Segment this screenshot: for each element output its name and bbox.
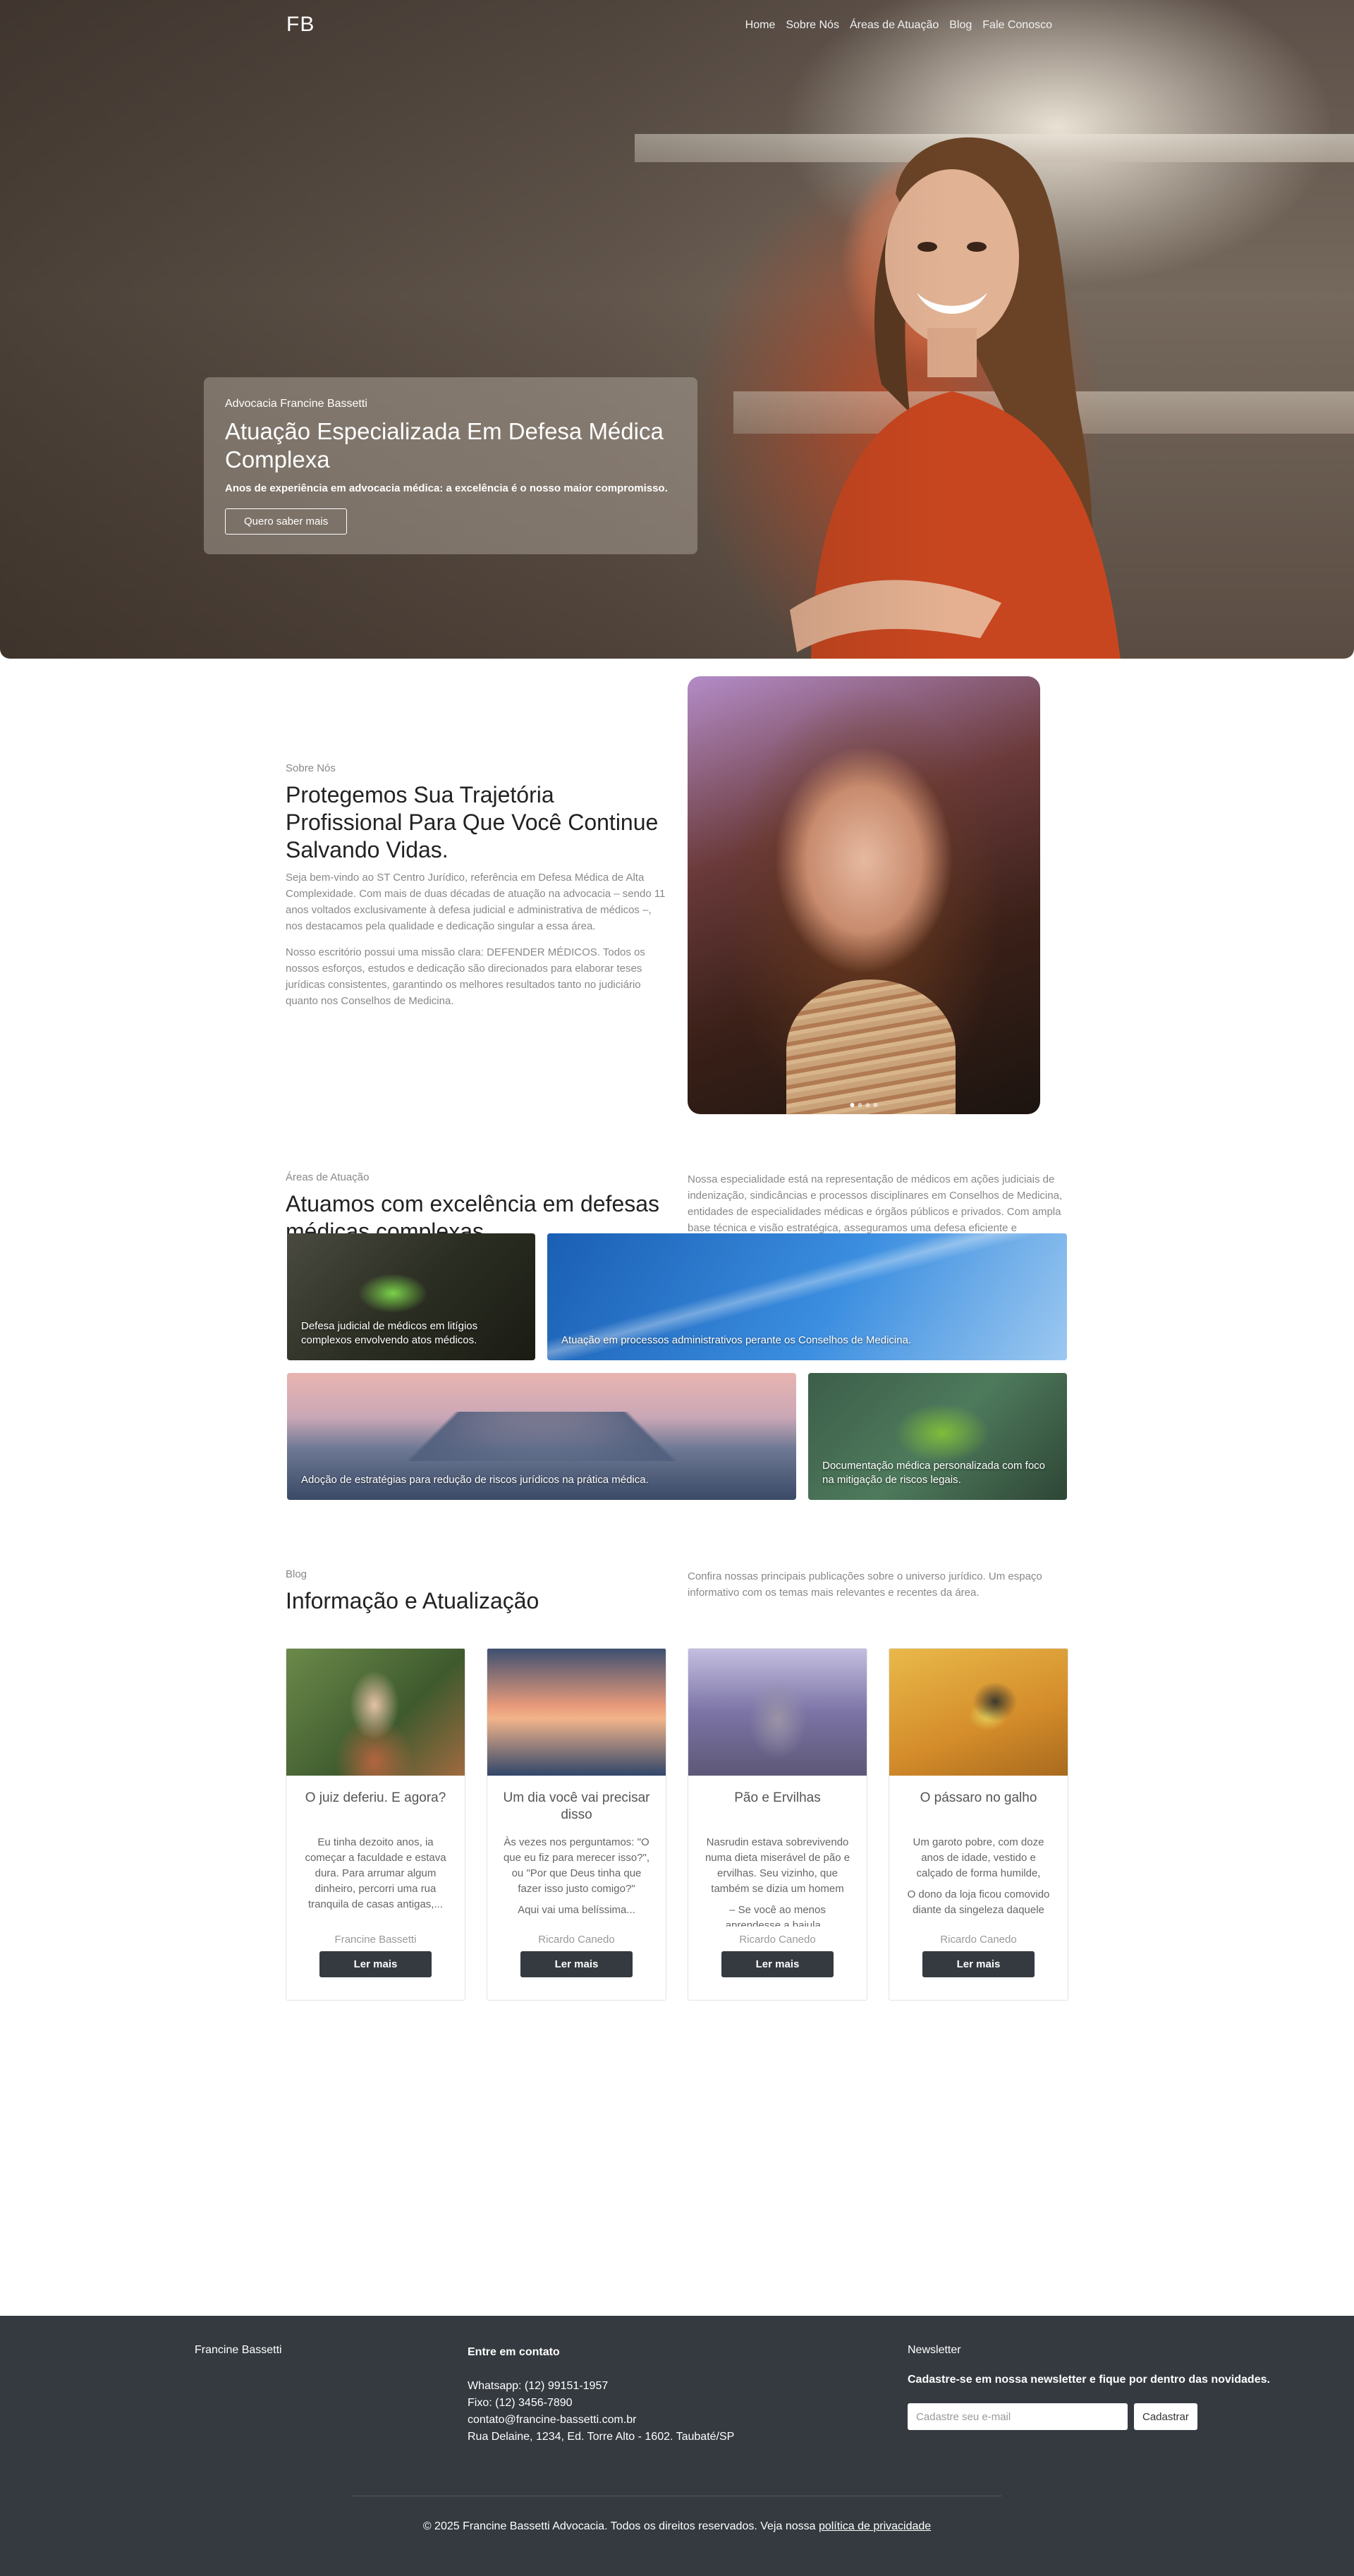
blog-description-block: Confira nossas principais publicações so… bbox=[688, 1568, 1075, 1611]
about-text: Sobre Nós Protegemos Sua Trajetória Prof… bbox=[286, 762, 666, 1019]
newsletter-description: Cadastre-se em nossa newsletter e fique … bbox=[908, 2374, 1270, 2386]
about-kicker: Sobre Nós bbox=[286, 762, 336, 774]
area-tile-processos-administrativos[interactable]: Atuação em processos administrativos per… bbox=[547, 1233, 1067, 1360]
read-more-button[interactable]: Ler mais bbox=[922, 1951, 1035, 1977]
hero-cta-button[interactable]: Quero saber mais bbox=[225, 508, 348, 535]
blog-card: Pão e Ervilhas Nasrudin estava sobrevive… bbox=[688, 1648, 867, 2001]
blog-card-excerpt: Eu tinha dezoito anos, ia começar a facu… bbox=[302, 1835, 449, 1927]
blog-card-author: Francine Bassetti bbox=[334, 1934, 417, 1946]
carousel-dot-2[interactable] bbox=[858, 1103, 862, 1107]
hero-section: FB Home Sobre Nós Áreas de Atuação Blog … bbox=[0, 0, 1354, 659]
about-carousel-image[interactable] bbox=[688, 676, 1040, 1114]
blog-section: Blog Informação e Atualização Confira no… bbox=[0, 1568, 1354, 2316]
newsletter-title: Newsletter bbox=[908, 2344, 961, 2356]
footer-newsletter: Newsletter Cadastre-se em nossa newslett… bbox=[908, 2344, 1274, 2430]
footer-brand: Francine Bassetti bbox=[195, 2344, 282, 2356]
newsletter-form: Cadastrar bbox=[908, 2403, 1274, 2430]
about-section: Sobre Nós Protegemos Sua Trajetória Prof… bbox=[0, 659, 1354, 1138]
blog-heading: Blog Informação e Atualização bbox=[286, 1568, 666, 1620]
carousel-dot-3[interactable] bbox=[865, 1103, 870, 1107]
blog-card-image[interactable] bbox=[487, 1649, 666, 1776]
area-tile-reducao-riscos[interactable]: Adoção de estratégias para redução de ri… bbox=[287, 1373, 796, 1500]
blog-card-excerpt-text: – Se você ao menos aprendesse a bajula..… bbox=[725, 1904, 830, 1927]
blog-card-author: Ricardo Canedo bbox=[940, 1934, 1017, 1946]
footer-whatsapp[interactable]: Whatsapp: (12) 99151-1957 bbox=[468, 2378, 734, 2395]
read-more-button[interactable]: Ler mais bbox=[520, 1951, 633, 1977]
nav-link-areas-de-atuacao[interactable]: Áreas de Atuação bbox=[850, 19, 939, 32]
hero-title: Atuação Especializada Em Defesa Médica C… bbox=[225, 418, 664, 472]
blog-card-excerpt: Um garoto pobre, com doze anos de idade,… bbox=[905, 1835, 1052, 1927]
area-tile-litigios[interactable]: Defesa judicial de médicos em litígios c… bbox=[287, 1233, 535, 1360]
blog-card: O juiz deferiu. E agora? Eu tinha dezoit… bbox=[286, 1648, 465, 2001]
nav-menu: Home Sobre Nós Áreas de Atuação Blog Fal… bbox=[745, 19, 1052, 32]
top-navigation: FB Home Sobre Nós Áreas de Atuação Blog … bbox=[0, 0, 1354, 52]
nav-link-fale-conosco[interactable]: Fale Conosco bbox=[982, 19, 1052, 32]
nav-link-home[interactable]: Home bbox=[745, 19, 776, 32]
blog-card-excerpt-text: Eu tinha dezoito anos, ia começar a facu… bbox=[305, 1836, 446, 1910]
blog-kicker: Blog bbox=[286, 1568, 307, 1580]
read-more-button[interactable]: Ler mais bbox=[721, 1951, 834, 1977]
blog-card-title[interactable]: O pássaro no galho bbox=[900, 1790, 1057, 1829]
blog-card-image[interactable] bbox=[688, 1649, 867, 1776]
footer-email[interactable]: contato@francine-bassetti.com.br bbox=[468, 2412, 734, 2429]
blog-card-author: Ricardo Canedo bbox=[739, 1934, 816, 1946]
blog-card: Um dia você vai precisar disso Às vezes … bbox=[487, 1648, 666, 2001]
area-tile-caption: Atuação em processos administrativos per… bbox=[561, 1334, 912, 1346]
footer-copyright: © 2025 Francine Bassetti Advocacia. Todo… bbox=[0, 2520, 1354, 2533]
read-more-button[interactable]: Ler mais bbox=[319, 1951, 432, 1977]
newsletter-submit-button[interactable]: Cadastrar bbox=[1134, 2403, 1197, 2430]
hero-kicker: Advocacia Francine Bassetti bbox=[225, 398, 367, 410]
carousel-dot-1[interactable] bbox=[850, 1103, 855, 1107]
blog-description: Confira nossas principais publicações so… bbox=[688, 1570, 1042, 1599]
privacy-policy-link[interactable]: política de privacidade bbox=[819, 2520, 931, 2532]
area-tile-documentacao[interactable]: Documentação médica personalizada com fo… bbox=[808, 1373, 1067, 1500]
areas-section: Áreas de Atuação Atuamos com excelência … bbox=[0, 1138, 1354, 1568]
blog-card: O pássaro no galho Um garoto pobre, com … bbox=[889, 1648, 1068, 2001]
about-paragraph-1: Seja bem-vindo ao ST Centro Jurídico, re… bbox=[286, 872, 666, 932]
blog-card-title[interactable]: Um dia você vai precisar disso bbox=[498, 1790, 655, 1829]
blog-card-excerpt-text: Aqui vai uma belíssima... bbox=[518, 1904, 635, 1916]
site-footer: Francine Bassetti Entre em contato Whats… bbox=[0, 2316, 1354, 2576]
newsletter-email-input[interactable] bbox=[908, 2403, 1128, 2430]
blog-card-title[interactable]: O juiz deferiu. E agora? bbox=[297, 1790, 454, 1829]
blog-card-excerpt-text: Às vezes nos perguntamos: "O que eu fiz … bbox=[503, 1836, 650, 1895]
footer-contact: Entre em contato Whatsapp: (12) 99151-19… bbox=[468, 2344, 734, 2446]
footer-phone[interactable]: Fixo: (12) 3456-7890 bbox=[468, 2395, 734, 2412]
site-logo[interactable]: FB bbox=[286, 13, 315, 37]
footer-contact-title: Entre em contato bbox=[468, 2346, 560, 2358]
blog-card-excerpt: Às vezes nos perguntamos: "O que eu fiz … bbox=[503, 1835, 650, 1927]
blog-card-title[interactable]: Pão e Ervilhas bbox=[699, 1790, 856, 1829]
blog-card-image[interactable] bbox=[889, 1649, 1068, 1776]
areas-kicker: Áreas de Atuação bbox=[286, 1171, 370, 1183]
footer-address: Rua Delaine, 1234, Ed. Torre Alto - 1602… bbox=[468, 2431, 735, 2443]
blog-card-excerpt-text: Nasrudin estava sobrevivendo numa dieta … bbox=[705, 1836, 850, 1895]
nav-link-blog[interactable]: Blog bbox=[949, 19, 972, 32]
hero-card: Advocacia Francine Bassetti Atuação Espe… bbox=[204, 377, 697, 554]
copyright-text: © 2025 Francine Bassetti Advocacia. Todo… bbox=[422, 2520, 819, 2532]
area-tile-caption: Documentação médica personalizada com fo… bbox=[822, 1460, 1046, 1486]
blog-card-image[interactable] bbox=[286, 1649, 465, 1776]
area-tile-caption: Adoção de estratégias para redução de ri… bbox=[301, 1474, 649, 1486]
blog-card-author: Ricardo Canedo bbox=[538, 1934, 615, 1946]
carousel-dot-4[interactable] bbox=[873, 1103, 878, 1107]
hero-subtitle: Anos de experiência em advocacia médica:… bbox=[225, 482, 668, 494]
about-title: Protegemos Sua Trajetória Profissional P… bbox=[286, 782, 659, 862]
blog-title: Informação e Atualização bbox=[286, 1588, 539, 1613]
carousel-indicators bbox=[850, 1103, 878, 1107]
about-paragraph-2: Nosso escritório possui uma missão clara… bbox=[286, 946, 645, 1007]
nav-link-sobre-nos[interactable]: Sobre Nós bbox=[786, 19, 839, 32]
hero-overlay bbox=[0, 0, 1354, 659]
about-image-detail bbox=[786, 979, 956, 1114]
area-tile-caption: Defesa judicial de médicos em litígios c… bbox=[301, 1320, 478, 1346]
blog-card-excerpt-text: O dono da loja ficou comovido diante da … bbox=[907, 1888, 1050, 1916]
blog-card-excerpt-text: Um garoto pobre, com doze anos de idade,… bbox=[913, 1836, 1044, 1879]
blog-card-excerpt: Nasrudin estava sobrevivendo numa dieta … bbox=[704, 1835, 851, 1927]
